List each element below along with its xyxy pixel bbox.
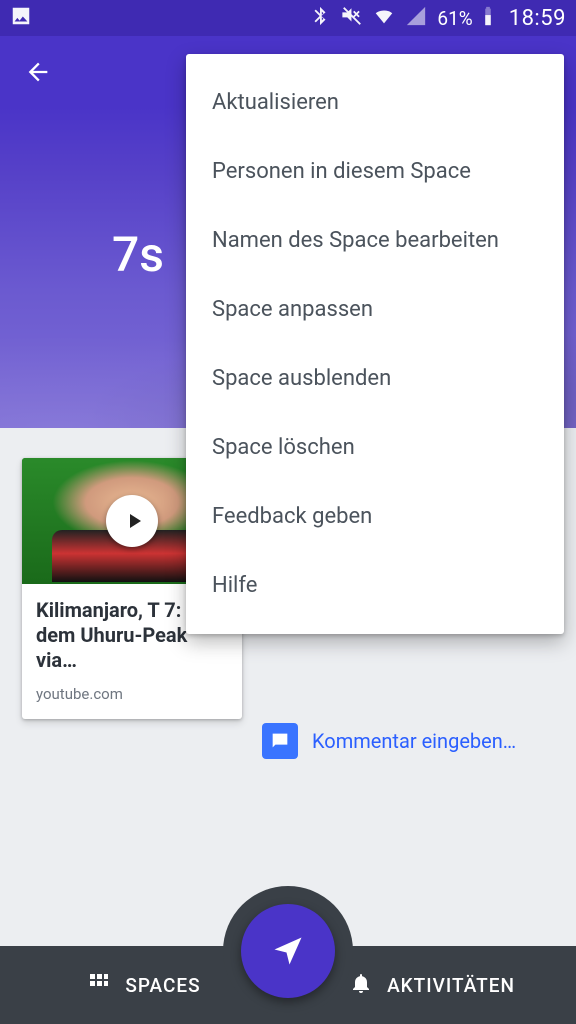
bell-icon — [349, 971, 373, 999]
comment-placeholder[interactable]: Kommentar eingeben… — [312, 729, 516, 753]
signal-icon — [405, 5, 427, 32]
overflow-menu: Aktualisieren Personen in diesem Space N… — [186, 54, 564, 634]
image-icon — [10, 5, 32, 32]
compose-fab[interactable] — [241, 904, 335, 998]
grid-icon — [87, 971, 111, 999]
nav-activities-label: AKTIVITÄTEN — [387, 974, 515, 997]
menu-item-feedback[interactable]: Feedback geben — [186, 482, 564, 551]
wifi-icon — [373, 5, 395, 32]
menu-item-help[interactable]: Hilfe — [186, 551, 564, 620]
nav-spaces-label: SPACES — [125, 974, 200, 997]
nav-spaces[interactable]: SPACES — [0, 971, 288, 999]
menu-item-hide[interactable]: Space ausblenden — [186, 344, 564, 413]
menu-item-people[interactable]: Personen in diesem Space — [186, 137, 564, 206]
nav-activities[interactable]: AKTIVITÄTEN — [288, 971, 576, 999]
clock: 18:59 — [509, 6, 566, 31]
bluetooth-icon — [309, 5, 331, 32]
battery-percentage: 61% — [437, 7, 472, 30]
card-source: youtube.com — [22, 685, 242, 719]
battery-icon — [477, 5, 499, 32]
menu-item-delete[interactable]: Space löschen — [186, 413, 564, 482]
comment-icon — [262, 723, 298, 759]
menu-item-rename[interactable]: Namen des Space bearbeiten — [186, 206, 564, 275]
comment-input-row[interactable]: Kommentar eingeben… — [262, 723, 564, 759]
play-icon[interactable] — [106, 495, 158, 547]
status-bar: 61% 18:59 — [0, 0, 576, 36]
bottom-nav: SPACES AKTIVITÄTEN — [0, 946, 576, 1024]
menu-item-refresh[interactable]: Aktualisieren — [186, 68, 564, 137]
back-button[interactable] — [14, 48, 62, 96]
menu-item-customize[interactable]: Space anpassen — [186, 275, 564, 344]
mute-icon — [341, 5, 363, 32]
space-title: 7s — [112, 226, 164, 283]
